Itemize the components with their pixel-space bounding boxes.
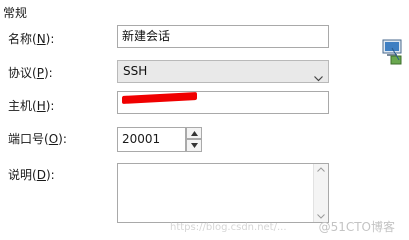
network-computer-icon xyxy=(381,38,409,68)
section-title-general: 常规 xyxy=(3,6,28,20)
port-spin-up-button[interactable] xyxy=(186,127,202,139)
spin-up-icon xyxy=(191,131,198,136)
port-label: 端口号(O): xyxy=(8,132,67,146)
port-input[interactable]: 20001 xyxy=(117,127,186,152)
description-scrollbar[interactable] xyxy=(313,164,328,222)
watermark-faint-text: https://blog.csdn.net/... xyxy=(170,222,287,233)
port-spin-down-button[interactable] xyxy=(186,139,202,152)
name-input[interactable]: 新建会话 xyxy=(117,25,329,48)
name-label: 名称(N): xyxy=(8,32,55,46)
host-input[interactable] xyxy=(117,91,329,114)
scroll-up-icon xyxy=(317,167,325,172)
description-label: 说明(D): xyxy=(8,168,55,182)
watermark-text: @51CTO博客 xyxy=(318,220,395,234)
description-textarea[interactable] xyxy=(117,163,329,223)
protocol-select[interactable]: SSH xyxy=(117,60,329,83)
spin-down-icon xyxy=(191,143,198,148)
protocol-selected-value: SSH xyxy=(123,64,148,78)
host-label: 主机(H): xyxy=(8,99,55,113)
chevron-down-icon xyxy=(314,68,323,82)
redaction-mark xyxy=(122,92,197,104)
protocol-label: 协议(P): xyxy=(8,66,53,80)
